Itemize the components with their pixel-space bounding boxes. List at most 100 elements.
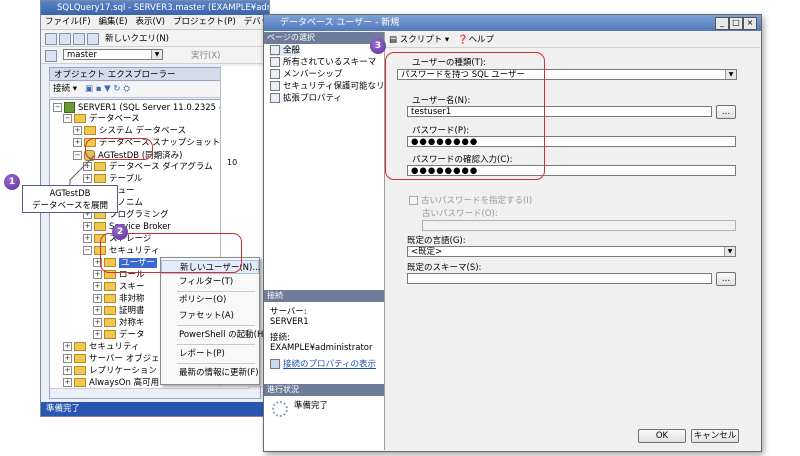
browse-schema-button[interactable]: … (716, 272, 736, 286)
page-label: 全般 (283, 45, 301, 56)
page-label: メンバーシップ (283, 69, 343, 80)
default-language-select[interactable]: <既定> ▼ (407, 246, 736, 257)
folder-icon (74, 378, 86, 387)
horizontal-scrollbar[interactable] (50, 388, 250, 398)
old-password-input[interactable] (422, 220, 736, 231)
default-language-value: <既定> (411, 247, 443, 257)
database-select[interactable]: master ▼ (63, 49, 163, 60)
ok-button[interactable]: OK (638, 429, 686, 443)
menu-project[interactable]: プロジェクト(P) (173, 17, 236, 27)
context-menu: 新しいユーザー(N)... フィルター(T) ポリシー(O) ファセット(A) … (160, 257, 267, 385)
execute-button[interactable]: 実行(X) (191, 49, 220, 61)
tree-label: テーブル (109, 174, 143, 184)
page-label: 所有されているスキーマ (283, 57, 377, 68)
highlight-user-fields (385, 52, 545, 180)
tree-node-audit[interactable]: + データ (93, 330, 145, 341)
folder-icon (74, 114, 86, 123)
page-selector-panel: ページの選択 全般 所有されているスキーマ メンバーシップ セキュリティ保護可能… (264, 32, 410, 450)
menu-view[interactable]: 表示(V) (136, 17, 165, 27)
status-bar: 準備完了 (41, 402, 269, 416)
tree-node-system-databases[interactable]: + システム データベース (73, 126, 186, 137)
server-icon (64, 102, 75, 113)
help-button[interactable]: ヘルプ (469, 35, 495, 45)
page-general[interactable]: 全般 (270, 45, 301, 56)
tree-label: データ (119, 330, 145, 340)
tree-label: サーバー オブジェク (89, 354, 169, 364)
default-language-label: 既定の言語(G): (407, 236, 466, 246)
tree-node-schemas[interactable]: + スキー (93, 282, 145, 293)
folder-icon (104, 318, 116, 327)
tree-node-databases[interactable]: − データベース (63, 114, 140, 125)
menu-edit[interactable]: 編集(E) (99, 17, 128, 27)
tree-node-replication[interactable]: + レプリケーション (63, 366, 157, 377)
ssms-toolbar-1: 新しいクエリ(N) (41, 30, 269, 47)
chevron-down-icon: ▼ (725, 70, 736, 79)
menu-item-reports[interactable]: レポート(P) (161, 347, 259, 361)
link-label: 接続のプロパティの表示 (283, 359, 376, 370)
close-icon[interactable]: × (743, 17, 757, 30)
step-2-badge: 2 (112, 224, 128, 240)
folder-icon (104, 306, 116, 315)
old-password-check-label: 古いパスワードを指定する(I) (421, 196, 533, 206)
filter-icon[interactable]: ▣ ▪ ▼ ↻ ⛭ (85, 84, 130, 94)
script-icon: ▤ (389, 35, 398, 45)
script-button[interactable]: スクリプト ▾ (400, 35, 449, 45)
tree-node-root-security[interactable]: + セキュリティ (63, 342, 140, 353)
cancel-button[interactable]: キャンセル (691, 429, 739, 443)
tree-label: スキー (119, 282, 145, 292)
browse-user-button[interactable]: … (716, 105, 736, 119)
ssms-toolbar-2: master ▼ 実行(X) (41, 47, 269, 64)
tree-label: システム データベース (99, 126, 187, 136)
menu-item-powershell[interactable]: PowerShell の起動(H) (161, 328, 267, 342)
old-password-checkbox[interactable] (409, 196, 418, 205)
query-icon[interactable] (45, 50, 57, 62)
menu-file[interactable]: ファイル(F) (45, 17, 91, 27)
page-owned-schemas[interactable]: 所有されているスキーマ (270, 57, 376, 68)
new-query-button[interactable]: 新しいクエリ(N) (105, 32, 169, 44)
dialog-toolbar: ▤ スクリプト ▾ ❓ヘルプ (385, 32, 760, 48)
tree-label: 証明書 (119, 306, 145, 316)
tree-label: データベース ダイアグラム (109, 162, 213, 172)
ssms-title-bar: SQLQuery17.sql - SERVER3.master (EXAMPLE… (41, 1, 269, 15)
chevron-down-icon: ▼ (151, 50, 162, 59)
object-explorer-title-text: オブジェクト エクスプローラー (54, 70, 176, 80)
menu-item-refresh[interactable]: 最新の情報に更新(F) (161, 366, 259, 380)
tree-node-certificates[interactable]: + 証明書 (93, 306, 145, 317)
minimize-icon[interactable]: _ (715, 17, 729, 30)
tree-node-symmetric[interactable]: + 対称キ (93, 318, 145, 329)
save-all-icon[interactable] (87, 33, 99, 45)
page-icon (270, 93, 280, 103)
tree-label: データベース (89, 114, 140, 124)
callout-line-2: データベースを展開 (31, 201, 109, 211)
tree-node-asymmetric[interactable]: + 非対称 (93, 294, 145, 305)
menu-item-policy[interactable]: ポリシー(O) (161, 293, 259, 307)
view-connection-properties-link[interactable]: 接続のプロパティの表示 (270, 359, 376, 370)
folder-icon (94, 222, 106, 231)
line-number: 10 (227, 158, 238, 167)
folder-icon (74, 354, 86, 363)
folder-icon (104, 330, 116, 339)
properties-icon (270, 359, 280, 369)
default-schema-label: 既定のスキーマ(S): (407, 263, 482, 273)
tree-node-server-objects[interactable]: + サーバー オブジェク (63, 354, 168, 365)
maximize-icon[interactable]: □ (729, 17, 743, 30)
menu-item-filter[interactable]: フィルター(T) (161, 275, 259, 289)
new-project-icon[interactable] (45, 33, 57, 45)
server-value: SERVER1 (270, 317, 309, 327)
page-icon (270, 69, 280, 79)
folder-icon (74, 342, 86, 351)
tree-node-diagrams[interactable]: + データベース ダイアグラム (83, 162, 213, 173)
help-icon: ❓ (457, 35, 469, 45)
page-extended-properties[interactable]: 拡張プロパティ (270, 93, 342, 104)
connection-header: 接続 (264, 290, 384, 302)
folder-icon (104, 282, 116, 291)
default-schema-input[interactable] (407, 273, 712, 284)
open-icon[interactable] (59, 33, 71, 45)
dialog-title: データベース ユーザー - 新規 (280, 18, 400, 28)
folder-icon (74, 366, 86, 375)
page-membership[interactable]: メンバーシップ (270, 69, 342, 80)
save-icon[interactable] (73, 33, 85, 45)
tree-label: 対称キ (119, 318, 145, 328)
connect-button[interactable]: 接続 ▾ (53, 84, 77, 94)
menu-item-facets[interactable]: ファセット(A) (161, 309, 259, 323)
